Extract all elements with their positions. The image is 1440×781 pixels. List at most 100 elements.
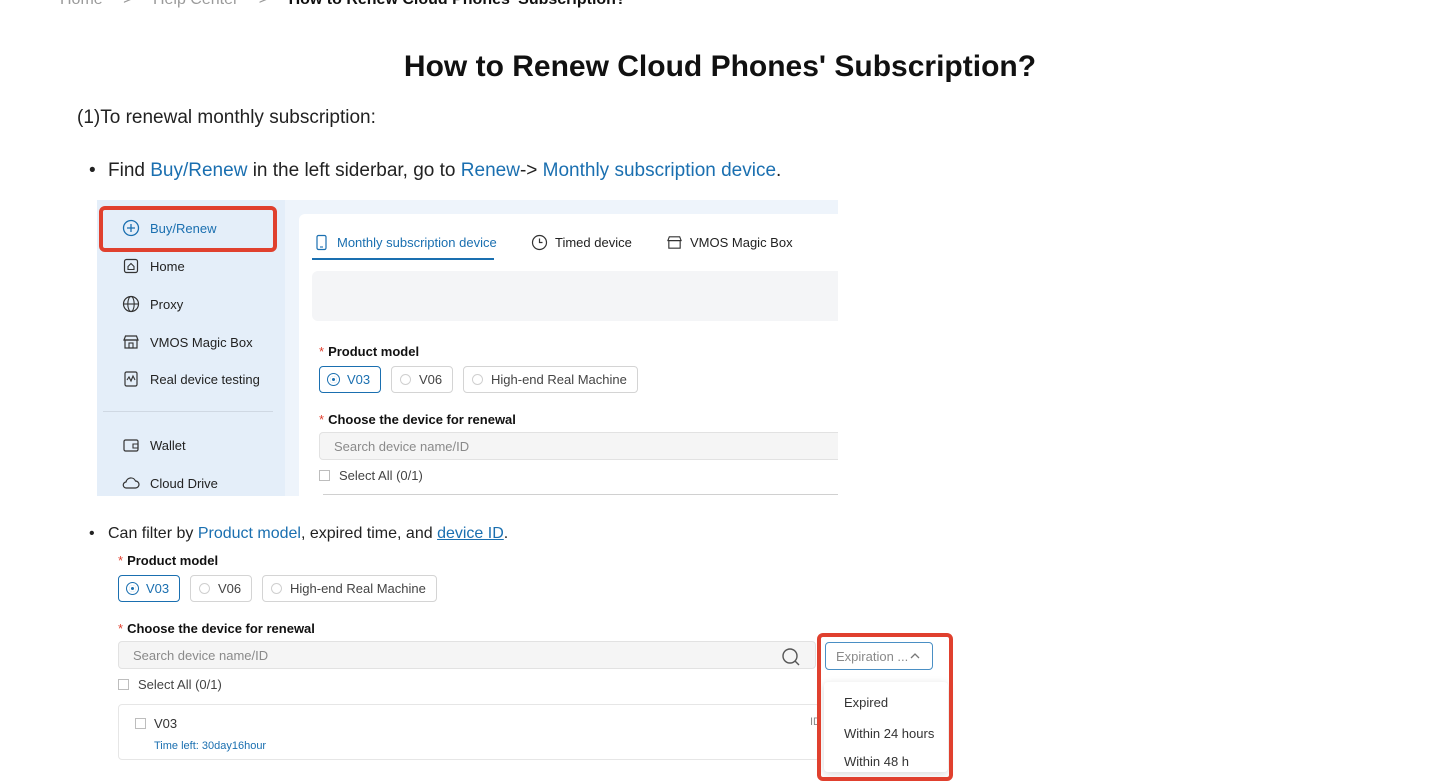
sidebar-item-cloud-drive[interactable]: Cloud Drive: [122, 472, 218, 494]
option-label: V06: [419, 372, 443, 387]
radio-selected-icon: [327, 373, 340, 386]
model-option-v06[interactable]: V06: [391, 366, 454, 393]
expiration-filter-dropdown[interactable]: Expiration ...: [825, 642, 933, 670]
activity-icon: [124, 371, 138, 387]
sidebar-item-label: Real device testing: [150, 371, 260, 387]
option-within-24-hours[interactable]: Within 24 hours: [844, 726, 934, 741]
chevron-up-icon: [910, 653, 920, 659]
model-option-v03[interactable]: V03: [319, 366, 382, 393]
link-monthly-subscription-device[interactable]: Monthly subscription device: [543, 160, 776, 181]
breadcrumb-home[interactable]: Home: [60, 0, 103, 8]
time-left: Time left: 30day16hour: [154, 740, 267, 752]
link-device-id[interactable]: device ID: [437, 525, 504, 542]
intro-text: (1)To renewal monthly subscription:: [77, 107, 376, 128]
bullet2-text: , expired time, and: [300, 525, 438, 542]
select-all-checkbox[interactable]: Select All (0/1): [319, 468, 423, 483]
model-option-high-end[interactable]: High-end Real Machine: [262, 575, 437, 602]
clock-icon: [531, 234, 548, 251]
wallet-icon: [123, 439, 139, 452]
radio-icon: [400, 374, 411, 385]
link-renew[interactable]: Renew: [461, 160, 520, 181]
tab-timed-device[interactable]: Timed device: [531, 234, 632, 251]
tab-monthly-subscription-device[interactable]: Monthly subscription device: [313, 234, 497, 251]
sidebar-item-vmos-magic-box[interactable]: VMOS Magic Box: [122, 331, 253, 353]
bullet2-text: .: [503, 525, 509, 542]
label-text: Choose the device for renewal: [328, 412, 516, 427]
device-card[interactable]: V03 Time left: 30day16hour ID: [118, 704, 821, 760]
radio-icon: [271, 583, 282, 594]
bullet-dot: •: [89, 160, 96, 181]
tab-label: Timed device: [555, 235, 632, 250]
label-text: Product model: [127, 553, 219, 568]
highlight-box: [817, 633, 953, 781]
search-icon[interactable]: [781, 647, 801, 667]
select-all-checkbox[interactable]: Select All (0/1): [118, 677, 222, 692]
label-text: Choose the device for renewal: [127, 621, 315, 636]
radio-icon: [199, 583, 210, 594]
radio-icon: [472, 374, 483, 385]
tab-label: Monthly subscription device: [337, 235, 497, 250]
option-expired[interactable]: Expired: [844, 695, 888, 710]
dropdown-label: Expiration ...: [836, 648, 909, 664]
placeholder-text: Search device name/ID: [334, 438, 470, 454]
radio-selected-icon: [126, 582, 139, 595]
cloud-icon: [122, 477, 140, 489]
device-id-label: ID: [810, 716, 821, 728]
sidebar-item-label: Cloud Drive: [150, 475, 218, 491]
sidebar-item-wallet[interactable]: Wallet: [122, 434, 186, 456]
bullet1-text: Find: [108, 160, 151, 181]
link-buy-renew[interactable]: Buy/Renew: [150, 160, 247, 181]
checkbox-icon: [319, 470, 330, 481]
chevron-right-icon: >: [259, 0, 268, 8]
phone-icon: [316, 234, 327, 251]
option-label: High-end Real Machine: [290, 581, 426, 596]
product-model-label: * Product model: [319, 344, 420, 359]
sidebar-item-home[interactable]: Home: [122, 255, 185, 277]
highlight-box: [99, 206, 277, 252]
device-name: V03: [154, 716, 178, 731]
sidebar-item-real-device-testing[interactable]: Real device testing: [122, 368, 260, 390]
option-label: V03: [347, 372, 371, 387]
sidebar-divider: [103, 411, 273, 412]
checkbox-icon[interactable]: [135, 718, 146, 729]
chevron-right-icon: >: [123, 0, 132, 8]
model-option-high-end[interactable]: High-end Real Machine: [463, 366, 638, 393]
tab-underline: [312, 258, 494, 260]
bullet-find-buy-renew: • Find Buy/Renew in the left siderbar, g…: [89, 160, 782, 182]
model-option-v06[interactable]: V06: [190, 575, 253, 602]
sidebar-item-proxy[interactable]: Proxy: [122, 293, 183, 315]
option-label: V06: [218, 581, 242, 596]
page-title: How to Renew Cloud Phones' Subscription?: [403, 50, 1037, 83]
option-label: High-end Real Machine: [491, 372, 627, 387]
breadcrumb: Home > Help Center > How to Renew Cloud …: [60, 0, 626, 9]
checkbox-icon: [118, 679, 129, 690]
store-icon: [667, 236, 682, 249]
checkbox-label: Select All (0/1): [339, 468, 423, 483]
search-input[interactable]: Search device name/ID: [118, 641, 816, 669]
sidebar-item-label: Wallet: [150, 437, 186, 453]
bullet1-text: .: [776, 160, 782, 181]
placeholder-text: Search device name/ID: [133, 647, 269, 663]
screenshot-renew-page: Buy/Renew Home Proxy VMOS Magic Box Real…: [97, 200, 838, 496]
tab-vmos-magic-box[interactable]: VMOS Magic Box: [666, 234, 793, 251]
sidebar-item-label: Home: [150, 258, 185, 274]
breadcrumb-current: How to Renew Cloud Phones' Subscription?: [289, 0, 626, 8]
bullet1-text: ->: [519, 160, 543, 181]
globe-icon: [122, 295, 140, 313]
checkbox-label: Select All (0/1): [138, 677, 222, 692]
choose-device-label: * Choose the device for renewal: [118, 621, 315, 636]
link-product-model[interactable]: Product model: [198, 525, 301, 542]
bullet1-text: in the left siderbar, go to: [247, 160, 461, 181]
model-option-v03[interactable]: V03: [118, 575, 181, 602]
store-icon: [123, 335, 139, 349]
banner-area: [312, 271, 838, 321]
product-model-label: * Product model: [118, 553, 219, 568]
sidebar-item-label: Proxy: [150, 296, 184, 312]
divider: [323, 494, 838, 495]
bullet-filter: • Can filter by Product model, expired t…: [89, 525, 509, 543]
breadcrumb-help-center[interactable]: Help Center: [153, 0, 238, 8]
search-input[interactable]: Search device name/ID: [319, 432, 838, 460]
bullet-dot: •: [89, 525, 95, 542]
home-icon: [123, 258, 139, 274]
expiration-dropdown-menu: Expired Within 24 hours Within 48 h: [824, 682, 948, 772]
